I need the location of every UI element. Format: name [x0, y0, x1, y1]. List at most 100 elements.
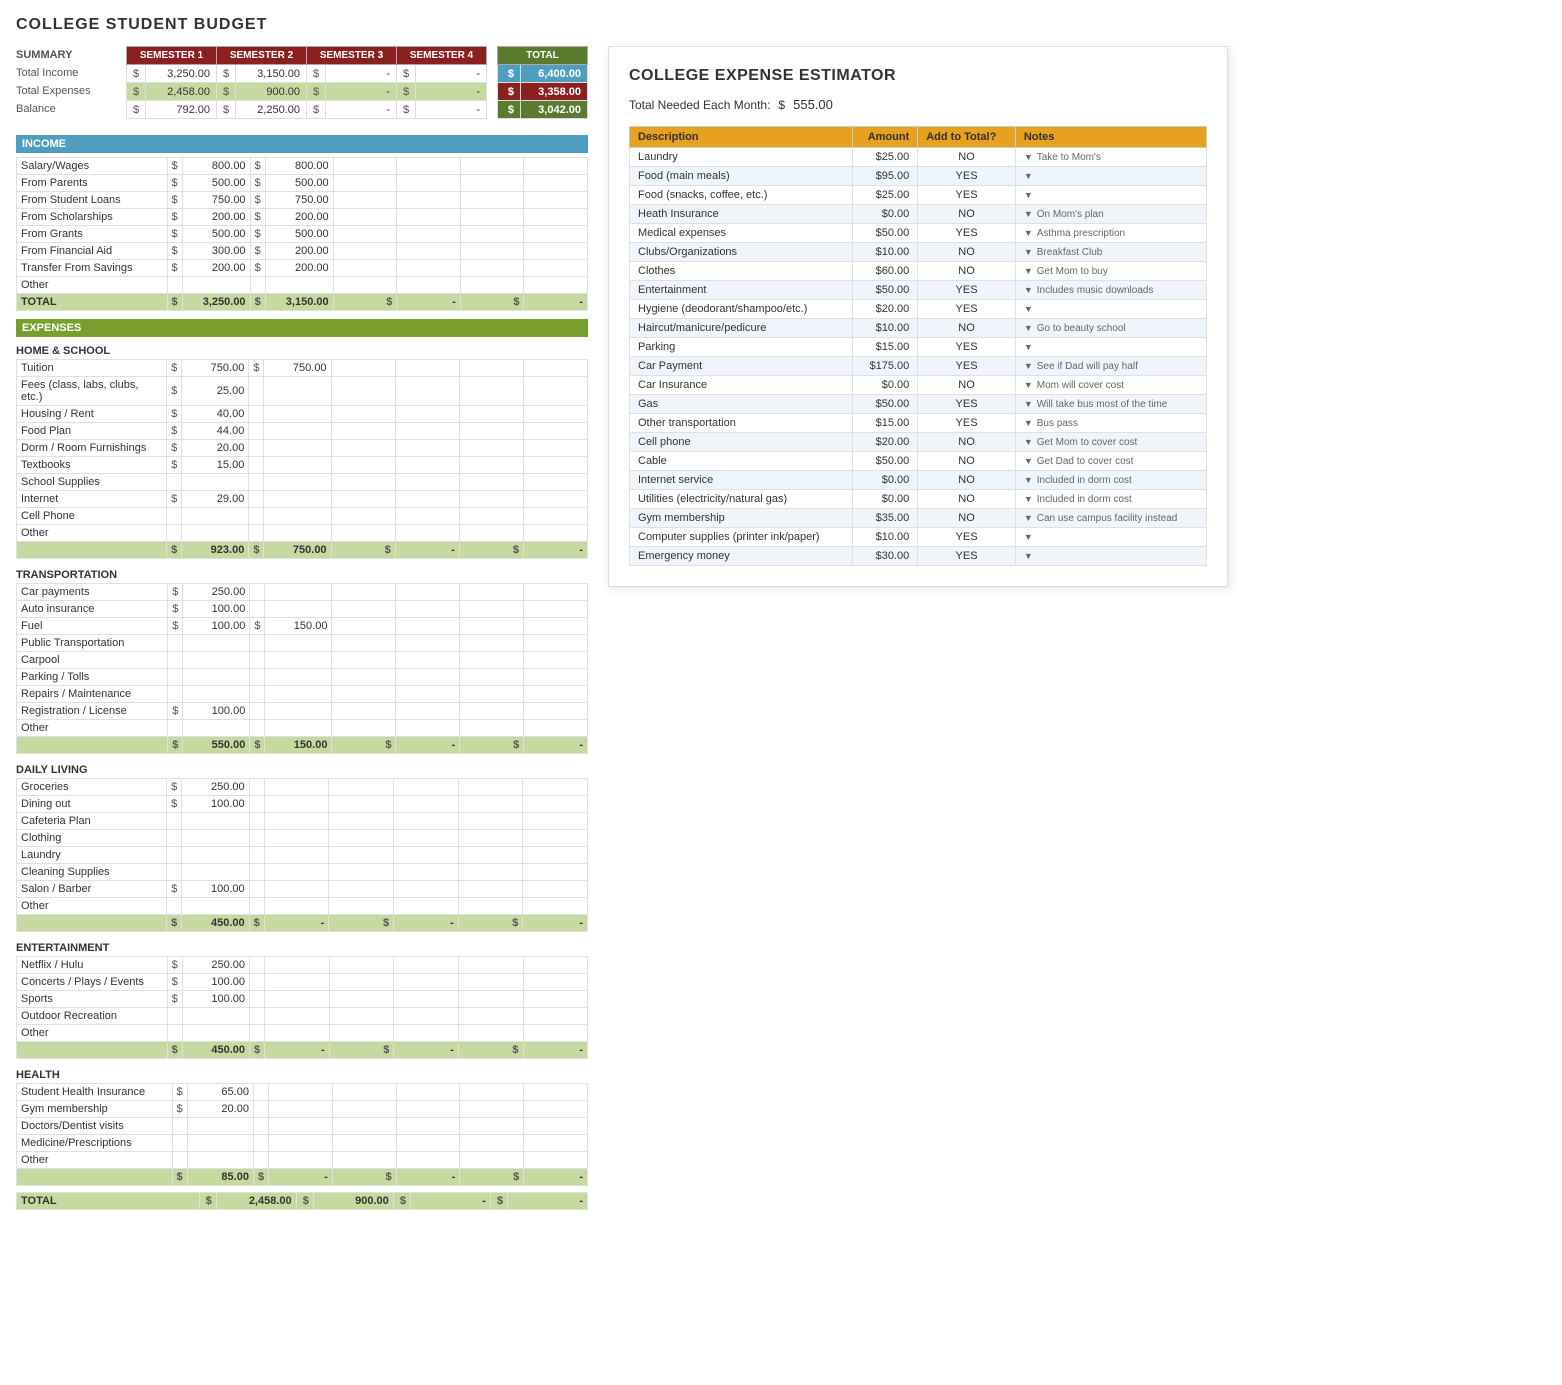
expense-subsection-header: ENTERTAINMENT: [16, 938, 588, 956]
total-header: TOTAL: [498, 47, 588, 65]
expense-item-row: Outdoor Recreation: [17, 1008, 588, 1025]
sem3-header: SEMESTER 3: [307, 47, 397, 65]
summary-income-row: $3,250.00 $3,150.00 $- $-: [127, 65, 487, 83]
estimator-item-row: Cell phone $20.00 NO ▼Get Mom to cover c…: [630, 433, 1207, 452]
total-needed-row: Total Needed Each Month: $ 555.00: [629, 97, 1207, 112]
expense-subsection-table: Groceries $ 250.00 Dining out $ 100.00 C…: [16, 778, 588, 932]
total-needed-label: Total Needed Each Month:: [629, 98, 770, 112]
expense-item-row: Netflix / Hulu $ 250.00: [17, 957, 588, 974]
expense-item-row: Dorm / Room Furnishings $ 20.00: [17, 440, 588, 457]
income-item-row: Transfer From Savings $ 200.00 $ 200.00: [17, 260, 588, 277]
estimator-item-row: Car Payment $175.00 YES ▼See if Dad will…: [630, 357, 1207, 376]
sem4-header: SEMESTER 4: [397, 47, 487, 65]
estimator-title: COLLEGE EXPENSE ESTIMATOR: [629, 67, 1207, 85]
col-desc: Description: [630, 127, 853, 148]
expense-item-row: Student Health Insurance $ 65.00: [17, 1084, 588, 1101]
expense-item-row: Cleaning Supplies: [17, 864, 588, 881]
expense-subsection-table: Student Health Insurance $ 65.00 Gym mem…: [16, 1083, 588, 1186]
s4-balance: -: [416, 101, 487, 119]
estimator-item-row: Car Insurance $0.00 NO ▼Mom will cover c…: [630, 376, 1207, 395]
summary-header: SUMMARY: [16, 46, 116, 64]
income-item-row: Other: [17, 277, 588, 294]
estimator-item-row: Internet service $0.00 NO ▼Included in d…: [630, 471, 1207, 490]
expense-subsection-table: Car payments $ 250.00 Auto insurance $ 1…: [16, 583, 588, 754]
estimator-item-row: Hygiene (deodorant/shampoo/etc.) $20.00 …: [630, 300, 1207, 319]
expense-item-row: Clothing: [17, 830, 588, 847]
expense-item-row: Housing / Rent $ 40.00: [17, 406, 588, 423]
total-expenses-row: $3,358.00: [498, 83, 588, 101]
estimator-item-row: Computer supplies (printer ink/paper) $1…: [630, 528, 1207, 547]
estimator-item-row: Utilities (electricity/natural gas) $0.0…: [630, 490, 1207, 509]
expense-item-row: Other: [17, 1025, 588, 1042]
expense-section-total-row: $ 85.00 $ - $ - $ -: [17, 1169, 588, 1186]
expense-item-row: Gym membership $ 20.00: [17, 1101, 588, 1118]
total-expenses-val: 3,358.00: [520, 83, 587, 101]
summary-balance-row: $792.00 $2,250.00 $- $-: [127, 101, 487, 119]
s2-balance: 2,250.00: [236, 101, 307, 119]
expense-item-row: Other: [17, 720, 588, 737]
total-summary-table: TOTAL $6,400.00 $3,358.00 $3,042.00: [497, 46, 588, 119]
expense-item-row: Salon / Barber $ 100.00: [17, 881, 588, 898]
estimator-table: Description Amount Add to Total? Notes L…: [629, 126, 1207, 566]
s4-expenses: -: [416, 83, 487, 101]
expenses-header: EXPENSES: [16, 319, 588, 337]
income-item-row: From Scholarships $ 200.00 $ 200.00: [17, 209, 588, 226]
expense-item-row: Textbooks $ 15.00: [17, 457, 588, 474]
total-needed-amount: 555.00: [793, 97, 833, 112]
expense-item-row: Parking / Tolls: [17, 669, 588, 686]
estimator-item-row: Parking $15.00 YES ▼: [630, 338, 1207, 357]
s3-balance: -: [326, 101, 397, 119]
s3-income: -: [326, 65, 397, 83]
semester-summary-table: SEMESTER 1 SEMESTER 2 SEMESTER 3 SEMESTE…: [126, 46, 487, 119]
page-title: COLLEGE STUDENT BUDGET: [16, 16, 1546, 34]
expense-subsection-header: HEALTH: [16, 1065, 588, 1083]
income-item-row: From Parents $ 500.00 $ 500.00: [17, 175, 588, 192]
expense-item-row: Registration / License $ 100.00: [17, 703, 588, 720]
expense-item-row: Fees (class, labs, clubs, etc.) $ 25.00: [17, 377, 588, 406]
col-notes: Notes: [1015, 127, 1206, 148]
estimator-item-row: Clothes $60.00 NO ▼Get Mom to buy: [630, 262, 1207, 281]
estimator-item-row: Gym membership $35.00 NO ▼Can use campus…: [630, 509, 1207, 528]
income-header: INCOME: [16, 135, 588, 153]
summary-section: SUMMARY Total Income Total Expenses Bala…: [16, 46, 588, 119]
total-income-row: $6,400.00: [498, 65, 588, 83]
expense-item-row: Tuition $ 750.00 $ 750.00: [17, 360, 588, 377]
col-amount: Amount: [852, 127, 918, 148]
expense-item-row: Medicine/Prescriptions: [17, 1135, 588, 1152]
expense-subsection-header: TRANSPORTATION: [16, 565, 588, 583]
expense-item-row: Fuel $ 100.00 $ 150.00: [17, 618, 588, 635]
expense-item-row: Cafeteria Plan: [17, 813, 588, 830]
expense-item-row: Food Plan $ 44.00: [17, 423, 588, 440]
grand-total-row: TOTAL $ 2,458.00 $ 900.00 $ - $ -: [17, 1193, 588, 1210]
s3-expenses: -: [326, 83, 397, 101]
estimator-panel: COLLEGE EXPENSE ESTIMATOR Total Needed E…: [608, 46, 1228, 587]
expense-item-row: Other: [17, 898, 588, 915]
expense-subsection-table: Tuition $ 750.00 $ 750.00 Fees (class, l…: [16, 359, 588, 559]
grand-total-s1: 2,458.00: [216, 1193, 296, 1210]
expense-item-row: School Supplies: [17, 474, 588, 491]
estimator-item-row: Haircut/manicure/pedicure $10.00 NO ▼Go …: [630, 319, 1207, 338]
total-balance-val: 3,042.00: [520, 101, 587, 119]
estimator-item-row: Other transportation $15.00 YES ▼Bus pas…: [630, 414, 1207, 433]
estimator-item-row: Heath Insurance $0.00 NO ▼On Mom's plan: [630, 205, 1207, 224]
expense-item-row: Concerts / Plays / Events $ 100.00: [17, 974, 588, 991]
total-balance-row: $3,042.00: [498, 101, 588, 119]
income-table: Salary/Wages $ 800.00 $ 800.00 From Pare…: [16, 157, 588, 311]
summary-income-label: Total Income: [16, 64, 116, 82]
expense-item-row: Public Transportation: [17, 635, 588, 652]
expense-item-row: Internet $ 29.00: [17, 491, 588, 508]
expense-item-row: Doctors/Dentist visits: [17, 1118, 588, 1135]
expense-item-row: Groceries $ 250.00: [17, 779, 588, 796]
expense-subsection-header: DAILY LIVING: [16, 760, 588, 778]
expense-section-total-row: $ 550.00 $ 150.00 $ - $ -: [17, 737, 588, 754]
grand-total-s3: -: [411, 1193, 491, 1210]
expense-section-total-row: $ 450.00 $ - $ - $ -: [17, 1042, 588, 1059]
income-item-row: From Student Loans $ 750.00 $ 750.00: [17, 192, 588, 209]
summary-balance-label: Balance: [16, 100, 116, 118]
income-item-row: From Financial Aid $ 300.00 $ 200.00: [17, 243, 588, 260]
s1-expenses: 2,458.00: [146, 83, 217, 101]
estimator-item-row: Food (snacks, coffee, etc.) $25.00 YES ▼: [630, 186, 1207, 205]
estimator-item-row: Emergency money $30.00 YES ▼: [630, 547, 1207, 566]
expense-item-row: Cell Phone: [17, 508, 588, 525]
summary-expenses-label: Total Expenses: [16, 82, 116, 100]
